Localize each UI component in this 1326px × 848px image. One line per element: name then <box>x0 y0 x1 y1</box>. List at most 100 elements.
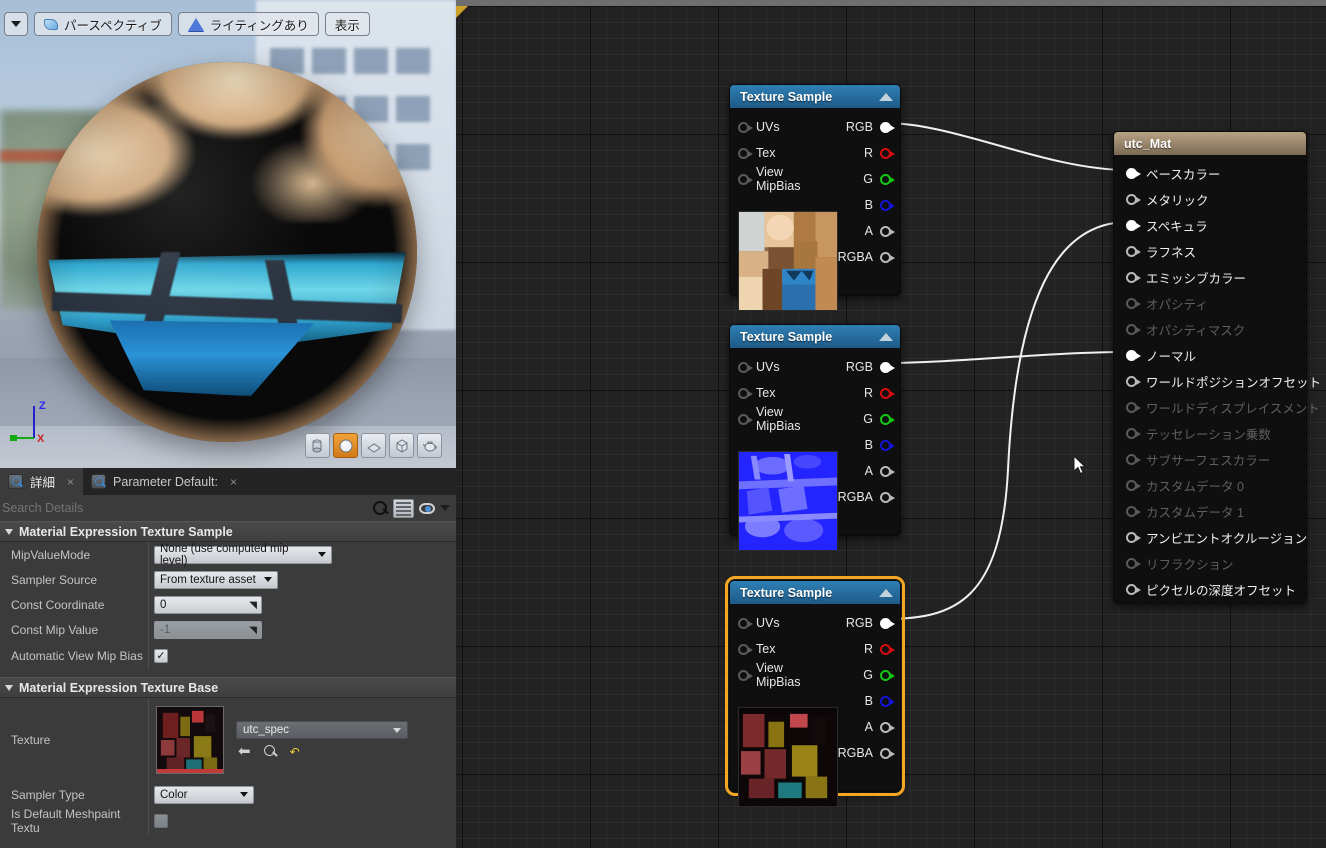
output-pin-rgb[interactable] <box>880 121 895 133</box>
sampler-type-dropdown[interactable]: Color <box>154 785 254 804</box>
input-pin-tex[interactable] <box>738 643 753 655</box>
pin-label: B <box>864 198 873 212</box>
material-input-pin[interactable] <box>1126 167 1141 179</box>
input-pin-tex[interactable] <box>738 387 753 399</box>
viewport-options-button[interactable] <box>4 12 28 36</box>
material-graph-canvas[interactable]: Texture Sample UVs RGB Tex R View MipBia… <box>456 0 1326 848</box>
material-input-pin[interactable] <box>1126 531 1141 543</box>
primitive-teapot-button[interactable] <box>417 433 442 458</box>
perspective-icon <box>44 18 58 30</box>
section-title: Material Expression Texture Base <box>19 680 219 695</box>
texture-asset-thumbnail[interactable] <box>156 706 224 774</box>
node-body: UVs RGB Tex R View MipBias G B A RGBA <box>730 604 900 807</box>
viewport-lighting-button[interactable]: ライティングあり <box>177 12 319 36</box>
node-texture-sample-spec[interactable]: Texture Sample UVs RGB Tex R View MipBia… <box>725 576 905 807</box>
material-preview-viewport[interactable]: パースペクティブ ライティングあり 表示 Z X <box>0 0 456 468</box>
output-row-refraction: リフラクション <box>1114 550 1306 576</box>
pin-label: Tex <box>756 642 776 656</box>
reset-to-default-icon[interactable]: ↶ <box>290 746 300 758</box>
property-row-const-mip-value: Const Mip Value -1 ◥ <box>0 617 456 642</box>
chevron-down-icon[interactable] <box>440 505 450 511</box>
output-pin-a[interactable] <box>880 225 895 237</box>
collapse-icon[interactable] <box>879 588 893 597</box>
node-header[interactable]: utc_Mat <box>1114 132 1306 155</box>
input-pin-uvs[interactable] <box>738 361 753 373</box>
input-pin-uvs[interactable] <box>738 121 753 133</box>
output-pin-b[interactable] <box>880 695 895 707</box>
output-pin-rgba[interactable] <box>880 747 895 759</box>
pin-label: R <box>863 386 873 400</box>
material-input-pin[interactable] <box>1126 271 1141 283</box>
tab-details[interactable]: 詳細 × <box>0 468 84 495</box>
input-pin-view-mipbias[interactable] <box>738 669 753 681</box>
const-coordinate-field[interactable]: 0 ◥ <box>154 595 262 614</box>
viewport-view-mode-button[interactable]: パースペクティブ <box>34 12 172 36</box>
spinner-icon: ◥ <box>249 624 257 636</box>
node-header[interactable]: Texture Sample <box>730 581 900 604</box>
section-header-texture-base[interactable]: Material Expression Texture Base <box>0 677 456 698</box>
preview-primitive-picker[interactable] <box>305 433 442 458</box>
node-header[interactable]: Texture Sample <box>730 85 900 108</box>
is-default-meshpaint-texture-checkbox[interactable]: ✓ <box>154 814 168 828</box>
details-tab-bar: 詳細 × Parameter Default: × <box>0 468 456 495</box>
output-pin-g[interactable] <box>880 669 895 681</box>
pin-row: Tex R <box>730 380 900 406</box>
primitive-sphere-button[interactable] <box>333 433 358 458</box>
automatic-view-mip-bias-checkbox[interactable]: ✓ <box>154 648 168 663</box>
input-pin-view-mipbias[interactable] <box>738 413 753 425</box>
node-texture-sample-basecolor[interactable]: Texture Sample UVs RGB Tex R View MipBia… <box>729 84 901 311</box>
column-view-button[interactable] <box>393 498 414 518</box>
mipvaluemode-dropdown[interactable]: None (use computed mip level) <box>154 543 332 567</box>
viewport-show-button[interactable]: 表示 <box>324 12 370 36</box>
output-pin-rgb[interactable] <box>880 361 895 373</box>
collapse-icon[interactable] <box>879 332 893 341</box>
input-pin-tex[interactable] <box>738 147 753 159</box>
primitive-cube-button[interactable] <box>389 433 414 458</box>
tab-parameter-defaults[interactable]: Parameter Default: × <box>83 468 246 495</box>
search-icon[interactable] <box>373 500 388 516</box>
output-pin-r[interactable] <box>880 147 895 159</box>
primitive-plane-button[interactable] <box>361 433 386 458</box>
material-input-pin[interactable] <box>1126 193 1141 205</box>
material-input-pin[interactable] <box>1126 583 1141 595</box>
input-pin-uvs[interactable] <box>738 617 753 629</box>
material-input-pin[interactable] <box>1126 349 1141 361</box>
output-pin-b[interactable] <box>880 439 895 451</box>
node-material-output[interactable]: utc_Mat ベースカラー メタリック スペキュラ ラフネス エミッシブカラー… <box>1113 131 1321 604</box>
material-input-pin[interactable] <box>1126 375 1141 387</box>
output-pin-r[interactable] <box>880 643 895 655</box>
search-input[interactable] <box>2 498 368 518</box>
output-pin-a[interactable] <box>880 465 895 477</box>
visibility-filter-button[interactable] <box>419 502 435 514</box>
node-texture-sample-normal[interactable]: Texture Sample UVs RGB Tex R View MipBia… <box>729 324 901 551</box>
collapse-icon[interactable] <box>879 92 893 101</box>
section-header-texture-sample[interactable]: Material Expression Texture Sample <box>0 521 456 542</box>
const-mip-value-value: -1 <box>160 623 171 636</box>
pin-label: B <box>864 694 873 708</box>
close-icon[interactable]: × <box>67 475 74 489</box>
sampler-source-dropdown[interactable]: From texture asset <box>154 570 278 589</box>
output-pin-rgb[interactable] <box>880 617 895 629</box>
output-pin-b[interactable] <box>880 199 895 211</box>
output-pin-rgba[interactable] <box>880 251 895 263</box>
output-pin-a[interactable] <box>880 721 895 733</box>
input-pin-view-mipbias[interactable] <box>738 173 753 185</box>
material-input-pin[interactable] <box>1126 245 1141 257</box>
material-input-pin[interactable] <box>1126 219 1141 231</box>
output-pin-g[interactable] <box>880 413 895 425</box>
preview-mesh-sphere[interactable] <box>37 62 417 442</box>
close-icon[interactable]: × <box>230 475 237 489</box>
browse-to-asset-icon[interactable] <box>263 745 277 758</box>
node-header[interactable]: Texture Sample <box>730 325 900 348</box>
use-selected-asset-icon[interactable]: ⬅ <box>238 744 251 759</box>
output-pin-rgba[interactable] <box>880 491 895 503</box>
primitive-cylinder-button[interactable] <box>305 433 330 458</box>
texture-asset-dropdown[interactable]: utc_spec <box>236 721 408 739</box>
svg-text:Z: Z <box>39 400 46 412</box>
material-input-pin <box>1126 297 1141 309</box>
output-pin-g[interactable] <box>880 173 895 185</box>
details-icon <box>8 474 23 489</box>
expander-icon <box>5 528 13 535</box>
output-pin-r[interactable] <box>880 387 895 399</box>
pin-label: View MipBias <box>756 405 801 433</box>
